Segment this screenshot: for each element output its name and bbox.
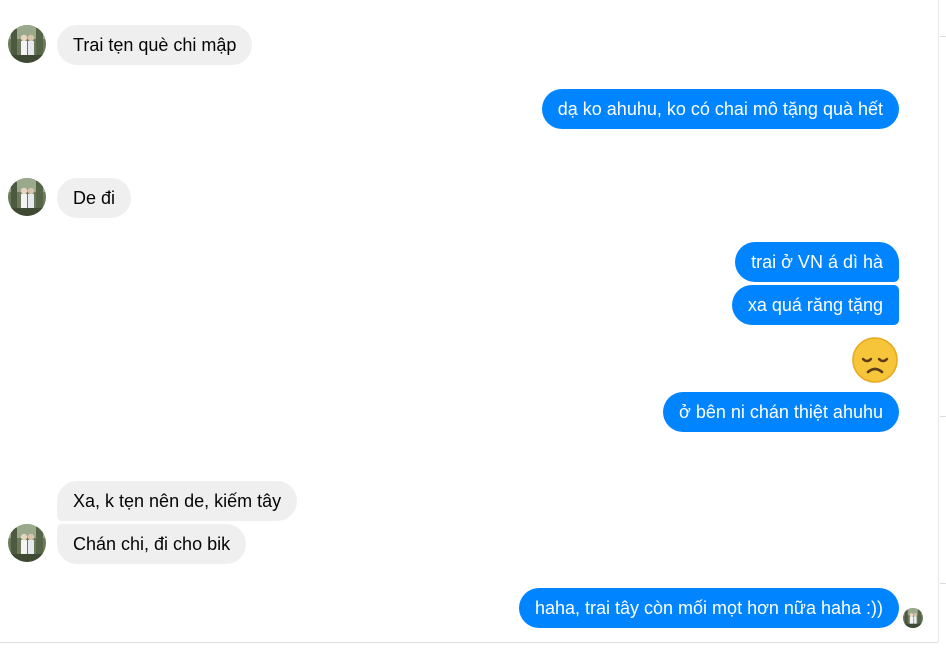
contact-avatar[interactable] [8, 524, 46, 562]
incoming-message[interactable]: Trai tẹn què chi mập [57, 25, 253, 65]
outgoing-message[interactable]: trai ở VN á dì hà [735, 242, 899, 282]
seen-indicator-avatar [903, 608, 923, 628]
contact-avatar[interactable] [8, 178, 46, 216]
right-panel-tick [940, 36, 946, 37]
right-panel-divider [938, 0, 939, 642]
incoming-message[interactable]: Xa, k tẹn nên de, kiếm tây [57, 481, 298, 521]
incoming-message[interactable]: Chán chi, đi cho bik [57, 524, 247, 564]
incoming-message[interactable]: De đi [57, 178, 132, 218]
outgoing-message[interactable]: haha, trai tây còn mối mọt hơn nữa haha … [518, 588, 899, 628]
disappointed-face-icon[interactable] [852, 337, 898, 383]
conversation-thread: Trai tẹn què chi mập dạ ko ahuhu, ko có … [0, 0, 946, 661]
outgoing-message[interactable]: ở bên ni chán thiệt ahuhu [663, 392, 899, 432]
right-panel-tick [940, 416, 946, 417]
outgoing-message[interactable]: xa quá răng tặng [731, 285, 899, 325]
contact-avatar[interactable] [8, 25, 46, 63]
right-panel-tick [940, 583, 946, 584]
composer-divider [0, 642, 938, 643]
outgoing-message[interactable]: dạ ko ahuhu, ko có chai mô tặng quà hết [541, 89, 899, 129]
